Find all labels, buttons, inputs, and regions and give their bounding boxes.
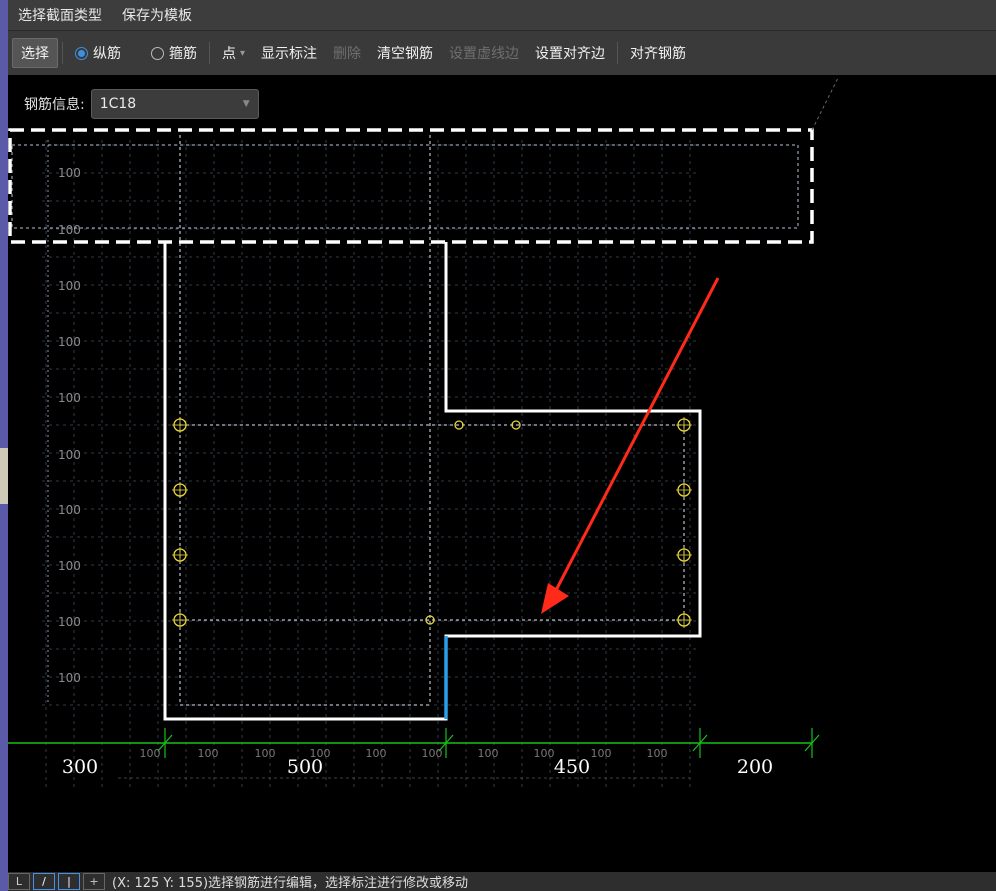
chevron-down-icon: ▾ xyxy=(240,47,246,59)
grid-dimension-label: 100 xyxy=(647,747,668,760)
toolbar-separator xyxy=(62,42,63,64)
toolbar-separator xyxy=(209,42,210,64)
grid-dimension-label: 100 xyxy=(58,559,81,573)
toolbar: 选择 纵筋 箍筋 点 ▾ 显示标注 删除 清空钢筋 设置虚线边 设置对齐边 对齐钢… xyxy=(8,31,996,75)
set-align-edge-button[interactable]: 设置对齐边 xyxy=(527,39,613,67)
status-bar: L / | + (X: 125 Y: 155)选择钢筋进行编辑，选择标注进行修改… xyxy=(8,872,996,891)
stirrup-radio[interactable]: 箍筋 xyxy=(143,39,205,67)
status-text: (X: 125 Y: 155)选择钢筋进行编辑，选择标注进行修改或移动 xyxy=(112,876,469,891)
longitudinal-radio[interactable]: 纵筋 xyxy=(67,39,129,67)
rebar-info-select[interactable]: 1C18 ▼ xyxy=(90,89,259,119)
grid-dimension-label: 100 xyxy=(58,615,81,629)
snap-line-button[interactable]: / xyxy=(33,873,55,890)
left-edge-strip xyxy=(0,0,8,891)
grid-dimension-label: 100 xyxy=(58,223,81,237)
select-button-label: 选择 xyxy=(21,46,49,62)
dimension-label: 450 xyxy=(554,756,590,778)
grid-dimension-label: 100 xyxy=(591,747,612,760)
menu-bar: 选择截面类型 保存为模板 xyxy=(8,0,996,31)
grid-dimension-label: 100 xyxy=(310,747,331,760)
section-drawing[interactable]: 100100100100100100100100100100300 500 450 2… xyxy=(8,75,996,872)
grid-dimension-label: 100 xyxy=(58,391,81,405)
snap-vertical-button[interactable]: | xyxy=(58,873,80,890)
grid-dimension-label: 100 xyxy=(534,747,555,760)
rebar-info-panel: 钢筋信息: 1C18 ▼ xyxy=(24,89,259,119)
grid-dimension-label: 100 xyxy=(478,747,499,760)
drawing-canvas[interactable]: 100 100 100 100 100 100 100 100 100 100 300 500 450 2… xyxy=(8,75,996,872)
grid-dimension-label: 100 xyxy=(366,747,387,760)
snap-cross-button[interactable]: + xyxy=(83,873,105,890)
select-button[interactable]: 选择 xyxy=(12,38,58,68)
show-dims-button[interactable]: 显示标注 xyxy=(253,39,325,67)
point-label: 点 xyxy=(222,46,236,62)
stirrup-label: 箍筋 xyxy=(169,46,197,62)
grid-dimension-label: 100 xyxy=(198,747,219,760)
grid-dimension-label: 100 xyxy=(140,747,161,760)
section-outline xyxy=(163,242,702,721)
grid-dimension-label: 100 xyxy=(255,747,276,760)
annotation-arrow-shaft xyxy=(550,277,720,599)
menu-select-section-type[interactable]: 选择截面类型 xyxy=(8,5,112,25)
left-edge-widget xyxy=(0,448,8,504)
grid-dimension-label: 100 xyxy=(58,503,81,517)
grid-dimension-label: 100 xyxy=(58,166,81,180)
rebar-info-value: 1C18 xyxy=(99,96,137,112)
grid-dimension-label: 100 xyxy=(58,448,81,462)
radio-unselected-icon xyxy=(151,46,164,60)
dimension-label: 300 xyxy=(62,756,98,778)
snap-ortho-button[interactable]: L xyxy=(8,873,30,890)
flange-inner-dashed xyxy=(11,144,799,229)
set-dashed-edge-button[interactable]: 设置虚线边 xyxy=(441,39,527,67)
grid-dimension-label: 100 xyxy=(422,747,443,760)
grid-dimension-label: 100 xyxy=(58,279,81,293)
delete-button[interactable]: 删除 xyxy=(325,39,369,67)
longitudinal-label: 纵筋 xyxy=(93,46,121,62)
grid-dimension-label: 100 xyxy=(58,671,81,685)
point-dropdown[interactable]: 点 ▾ xyxy=(214,39,253,67)
chevron-down-icon: ▼ xyxy=(242,99,250,109)
grid-dimension-label: 100 xyxy=(58,335,81,349)
reference-line xyxy=(811,77,839,131)
clear-rebar-button[interactable]: 清空钢筋 xyxy=(369,39,441,67)
radio-selected-icon xyxy=(75,46,88,60)
rebar-info-label: 钢筋信息: xyxy=(24,97,85,113)
dimension-label: 200 xyxy=(737,756,773,778)
toolbar-separator xyxy=(617,42,619,64)
align-rebar-button[interactable]: 对齐钢筋 xyxy=(622,39,694,67)
annotation-arrow-head xyxy=(541,583,569,614)
menu-save-template[interactable]: 保存为模板 xyxy=(112,5,202,25)
